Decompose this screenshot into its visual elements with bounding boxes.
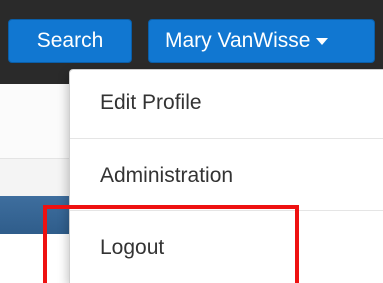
menu-item-edit-profile[interactable]: Edit Profile	[70, 83, 383, 123]
caret-down-icon	[316, 37, 329, 45]
menu-divider	[70, 138, 383, 139]
app-screen: Search Mary VanWisse Edit Profile Admini…	[0, 0, 383, 283]
menu-item-logout[interactable]: Logout	[70, 228, 383, 268]
menu-divider	[70, 210, 383, 211]
user-menu-label: Mary VanWisse	[165, 29, 311, 52]
search-button[interactable]: Search	[8, 19, 132, 63]
menu-item-administration[interactable]: Administration	[70, 156, 383, 196]
user-menu-button[interactable]: Mary VanWisse	[148, 19, 375, 63]
user-dropdown-menu: Edit Profile Administration Logout	[69, 69, 383, 283]
